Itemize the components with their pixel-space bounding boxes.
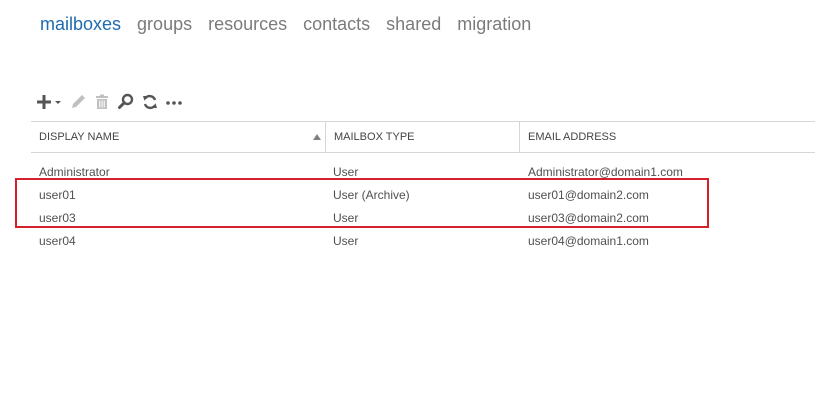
search-button[interactable]	[116, 92, 136, 112]
more-icon	[166, 101, 182, 105]
table-row[interactable]: user04 User user04@domain1.com	[31, 230, 815, 253]
add-icon	[37, 95, 61, 109]
mailbox-type-cell: User	[333, 211, 359, 225]
edit-icon	[72, 95, 85, 108]
email-address-cell: user01@domain2.com	[528, 188, 649, 202]
more-button[interactable]	[164, 92, 184, 112]
table-row[interactable]: user03 User user03@domain2.com	[31, 207, 815, 230]
column-header-display-name[interactable]: DISPLAY NAME	[31, 122, 325, 152]
refresh-icon	[143, 94, 157, 110]
table-body: Administrator User Administrator@domain1…	[31, 161, 815, 253]
table-header: DISPLAY NAME MAILBOX TYPE EMAIL ADDRESS	[31, 121, 815, 153]
email-address-cell: user04@domain1.com	[528, 234, 649, 248]
add-button[interactable]	[36, 92, 64, 112]
tab-mailboxes[interactable]: mailboxes	[40, 12, 121, 36]
tab-resources[interactable]: resources	[208, 12, 287, 36]
tab-groups[interactable]: groups	[137, 12, 192, 36]
column-header-mailbox-type[interactable]: MAILBOX TYPE	[325, 122, 519, 152]
email-address-cell: user03@domain2.com	[528, 211, 649, 225]
email-address-cell: Administrator@domain1.com	[528, 165, 683, 179]
mailbox-type-cell: User	[333, 234, 359, 248]
display-name-cell: user04	[39, 234, 76, 248]
mailbox-type-cell: User (Archive)	[333, 188, 410, 202]
sort-ascending-icon	[313, 134, 321, 140]
toolbar	[36, 92, 188, 112]
display-name-cell: user03	[39, 211, 76, 225]
table-row[interactable]: Administrator User Administrator@domain1…	[31, 161, 815, 184]
delete-button[interactable]	[92, 92, 112, 112]
exchange-admin-mailboxes-page: mailboxes groups resources contacts shar…	[0, 0, 815, 409]
mailbox-table: DISPLAY NAME MAILBOX TYPE EMAIL ADDRESS …	[31, 121, 815, 253]
tab-shared[interactable]: shared	[386, 12, 441, 36]
column-header-label: MAILBOX TYPE	[334, 131, 415, 143]
table-row[interactable]: user01 User (Archive) user01@domain2.com	[31, 184, 815, 207]
edit-button[interactable]	[68, 92, 88, 112]
delete-icon	[96, 94, 108, 109]
tab-migration[interactable]: migration	[457, 12, 531, 36]
display-name-cell: Administrator	[39, 165, 110, 179]
refresh-button[interactable]	[140, 92, 160, 112]
column-header-label: EMAIL ADDRESS	[528, 131, 617, 143]
recipient-tabs: mailboxes groups resources contacts shar…	[40, 12, 531, 36]
mailbox-type-cell: User	[333, 165, 359, 179]
column-header-label: DISPLAY NAME	[39, 131, 120, 143]
tab-contacts[interactable]: contacts	[303, 12, 370, 36]
search-icon	[118, 93, 134, 109]
display-name-cell: user01	[39, 188, 76, 202]
column-header-email-address[interactable]: EMAIL ADDRESS	[519, 122, 815, 152]
